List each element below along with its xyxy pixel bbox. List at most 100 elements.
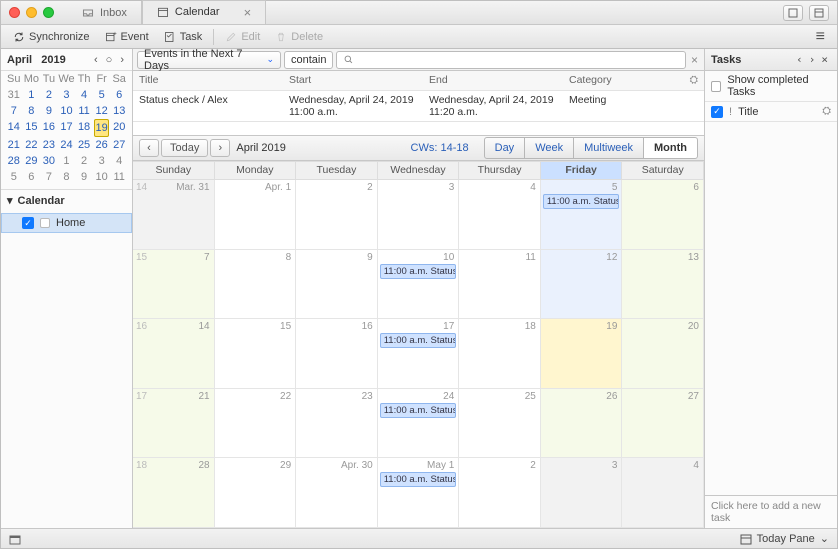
mini-day[interactable]: 2 bbox=[75, 153, 93, 169]
calendar-event[interactable]: 11:00 a.m. Status ... bbox=[380, 264, 457, 279]
day-cell[interactable]: 511:00 a.m. Status ... bbox=[541, 180, 623, 250]
day-cell[interactable]: Mar. 3114 bbox=[133, 180, 215, 250]
mini-day[interactable]: 1 bbox=[58, 153, 76, 169]
view-month[interactable]: Month bbox=[643, 137, 698, 159]
mini-day[interactable]: 13 bbox=[110, 103, 128, 119]
layout-button-1[interactable] bbox=[783, 5, 803, 21]
mini-day[interactable]: 23 bbox=[40, 137, 58, 153]
view-week[interactable]: Week bbox=[524, 137, 574, 159]
mini-day[interactable]: 15 bbox=[23, 119, 41, 137]
tab-inbox[interactable]: Inbox bbox=[68, 1, 142, 25]
day-cell[interactable]: 9 bbox=[296, 250, 378, 320]
mini-day[interactable]: 19 bbox=[94, 119, 110, 137]
mini-day[interactable]: 4 bbox=[110, 153, 128, 169]
day-cell[interactable]: 1011:00 a.m. Status ... bbox=[378, 250, 460, 320]
mini-day[interactable]: 21 bbox=[5, 137, 23, 153]
mini-day[interactable]: 26 bbox=[93, 137, 111, 153]
task-column-picker-icon[interactable]: ⛭ bbox=[822, 105, 831, 118]
mini-day[interactable]: 14 bbox=[5, 119, 23, 137]
search-input[interactable] bbox=[336, 51, 686, 69]
calendar-home-item[interactable]: ✓ Home bbox=[1, 213, 132, 233]
add-task-input[interactable]: Click here to add a new task bbox=[705, 495, 837, 528]
column-picker-icon[interactable]: ⛭ bbox=[680, 74, 698, 87]
checkbox-checked-icon[interactable]: ✓ bbox=[22, 217, 34, 229]
day-cell[interactable]: 3 bbox=[541, 458, 623, 528]
new-event-button[interactable]: +Event bbox=[99, 29, 155, 45]
mini-day[interactable]: 11 bbox=[110, 169, 128, 185]
day-cell[interactable]: 1711:00 a.m. Status ... bbox=[378, 319, 460, 389]
view-multiweek[interactable]: Multiweek bbox=[573, 137, 644, 159]
calendar-event[interactable]: 11:00 a.m. Status ... bbox=[543, 194, 620, 209]
mini-day[interactable]: 12 bbox=[93, 103, 111, 119]
day-cell[interactable]: 6 bbox=[622, 180, 704, 250]
checkbox-empty-icon[interactable] bbox=[711, 81, 721, 92]
mini-day[interactable]: 5 bbox=[5, 169, 23, 185]
mini-day[interactable]: 20 bbox=[110, 119, 128, 137]
day-cell[interactable]: 11 bbox=[459, 250, 541, 320]
calendar-event[interactable]: 11:00 a.m. Status ... bbox=[380, 472, 457, 487]
day-cell[interactable]: 18 bbox=[459, 319, 541, 389]
calendar-event[interactable]: 11:00 a.m. Status ... bbox=[380, 333, 457, 348]
synchronize-button[interactable]: Synchronize bbox=[7, 29, 96, 45]
day-cell[interactable]: 16 bbox=[296, 319, 378, 389]
day-cell[interactable]: 15 bbox=[215, 319, 297, 389]
mini-day[interactable]: 18 bbox=[75, 119, 93, 137]
mini-day[interactable]: 16 bbox=[40, 119, 58, 137]
day-cell[interactable]: 3 bbox=[378, 180, 460, 250]
day-cell[interactable]: 29 bbox=[215, 458, 297, 528]
mini-day[interactable]: 27 bbox=[110, 137, 128, 153]
mini-day[interactable]: 28 bbox=[5, 153, 23, 169]
layout-button-2[interactable] bbox=[809, 5, 829, 21]
today-pane-toggle[interactable]: Today Pane ⌄ bbox=[740, 532, 829, 545]
day-cell[interactable]: 4 bbox=[622, 458, 704, 528]
close-icon[interactable]: × bbox=[244, 5, 252, 20]
tab-calendar[interactable]: Calendar × bbox=[142, 0, 266, 24]
day-cell[interactable]: 22 bbox=[215, 389, 297, 459]
mini-day[interactable]: 4 bbox=[75, 87, 93, 103]
day-cell[interactable]: May 111:00 a.m. Status ... bbox=[378, 458, 460, 528]
day-cell[interactable]: 26 bbox=[541, 389, 623, 459]
checkbox-checked-icon[interactable]: ✓ bbox=[711, 106, 723, 118]
tasks-close-button[interactable]: × bbox=[818, 53, 831, 66]
today-nav-button[interactable]: ○ bbox=[104, 54, 115, 66]
mini-day[interactable]: 1 bbox=[23, 87, 41, 103]
day-cell[interactable]: 715 bbox=[133, 250, 215, 320]
clear-filter-button[interactable]: × bbox=[689, 53, 700, 67]
day-cell[interactable]: 19 bbox=[541, 319, 623, 389]
mini-day[interactable]: 24 bbox=[58, 137, 76, 153]
mini-day[interactable]: 3 bbox=[93, 153, 111, 169]
event-row[interactable]: Status check / AlexWednesday, April 24, … bbox=[133, 91, 704, 122]
day-cell[interactable]: 2117 bbox=[133, 389, 215, 459]
day-cell[interactable]: 4 bbox=[459, 180, 541, 250]
mini-day[interactable]: 3 bbox=[58, 87, 76, 103]
today-button[interactable]: Today bbox=[161, 139, 208, 157]
hamburger-icon[interactable]: ≡ bbox=[810, 28, 831, 46]
show-completed-toggle[interactable]: Show completed Tasks bbox=[705, 71, 837, 102]
calendar-event[interactable]: 11:00 a.m. Status ... bbox=[380, 403, 457, 418]
month-grid[interactable]: SundayMondayTuesdayWednesdayThursdayFrid… bbox=[133, 161, 704, 528]
range-dropdown[interactable]: Events in the Next 7 Days⌄ bbox=[137, 51, 281, 69]
tasks-column-header[interactable]: ✓ ! Title ⛭ bbox=[705, 102, 837, 122]
window-minimize-button[interactable] bbox=[26, 7, 37, 18]
calendars-heading[interactable]: ▾Calendar bbox=[1, 190, 132, 211]
day-cell[interactable]: 2818 bbox=[133, 458, 215, 528]
day-cell[interactable]: 20 bbox=[622, 319, 704, 389]
prev-period-button[interactable]: ‹ bbox=[139, 139, 159, 157]
mini-day[interactable]: 25 bbox=[75, 137, 93, 153]
mini-day[interactable]: 6 bbox=[110, 87, 128, 103]
mini-day[interactable]: 31 bbox=[5, 87, 23, 103]
mini-day[interactable]: 9 bbox=[75, 169, 93, 185]
tasks-next-button[interactable]: › bbox=[806, 53, 819, 66]
mini-day[interactable]: 22 bbox=[23, 137, 41, 153]
next-month-button[interactable]: › bbox=[118, 54, 126, 66]
day-cell[interactable]: 2 bbox=[296, 180, 378, 250]
day-cell[interactable]: 8 bbox=[215, 250, 297, 320]
mini-day[interactable]: 8 bbox=[23, 103, 41, 119]
day-cell[interactable]: Apr. 1 bbox=[215, 180, 297, 250]
tasks-prev-button[interactable]: ‹ bbox=[793, 53, 806, 66]
mini-day[interactable]: 2 bbox=[40, 87, 58, 103]
day-cell[interactable]: 23 bbox=[296, 389, 378, 459]
mini-day[interactable]: 11 bbox=[75, 103, 93, 119]
day-cell[interactable]: 2 bbox=[459, 458, 541, 528]
mini-day[interactable]: 7 bbox=[5, 103, 23, 119]
